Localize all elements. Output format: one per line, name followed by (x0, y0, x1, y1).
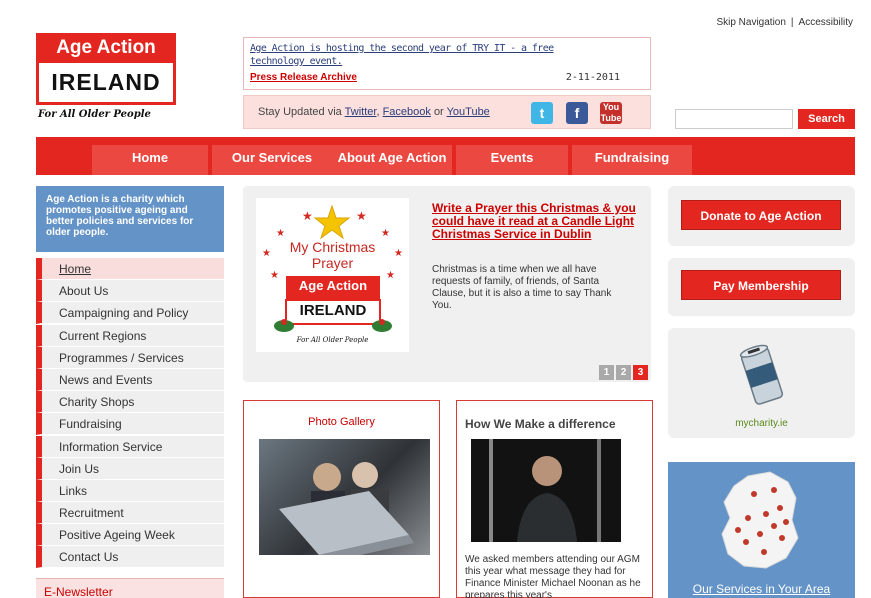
separator: | (790, 17, 794, 28)
mycharity-label: mycharity.ie (735, 418, 788, 429)
photo-gallery-title[interactable]: Photo Gallery (244, 416, 439, 428)
facebook-icon[interactable]: f (566, 102, 588, 124)
prayer-line-1: My Christmas (289, 239, 376, 255)
laptop-photo-icon (279, 462, 414, 563)
sidebar-item-contact-us[interactable]: Contact Us (36, 546, 224, 569)
social-bar: Stay Updated via Twitter, Facebook or Yo… (243, 95, 651, 129)
skip-links: Skip Navigation | Accessibility (716, 17, 853, 28)
membership-panel: Pay Membership (668, 258, 855, 316)
donate-button[interactable]: Donate to Age Action (681, 200, 841, 230)
site-logo[interactable]: Age Action IRELAND For All Older People (36, 33, 176, 125)
svg-text:★: ★ (386, 270, 395, 281)
feature-carousel: ★ ★ ★ ★ ★ ★ ★ ★ My Christmas Prayer Age … (243, 186, 651, 382)
sidebar-item-fundraising[interactable]: Fundraising (36, 413, 224, 436)
svg-text:★: ★ (276, 228, 285, 239)
logo-age-action: Age Action (36, 33, 176, 63)
sidebar-item-recruitment[interactable]: Recruitment (36, 502, 224, 525)
svg-text:★: ★ (270, 270, 279, 281)
feature-title-link[interactable]: Write a Prayer this Christmas & you coul… (432, 202, 637, 241)
services-in-your-area-link[interactable]: Our Services in Your Area (668, 582, 855, 596)
sidebar-menu: Home About Us Campaigning and Policy Cur… (36, 258, 224, 569)
christmas-prayer-image[interactable]: ★ ★ ★ ★ ★ ★ ★ ★ My Christmas Prayer Age … (256, 198, 409, 352)
svg-text:★: ★ (356, 209, 367, 223)
main-nav: Home Our Services About Age Action Event… (36, 137, 855, 175)
donation-can-icon (739, 344, 784, 405)
make-difference-body: We asked members attending our AGM this … (465, 554, 641, 598)
sidebar-item-charity-shops[interactable]: Charity Shops (36, 391, 224, 414)
news-date: 2-11-2011 (565, 72, 620, 83)
sidebar-item-news-events[interactable]: News and Events (36, 368, 224, 391)
youtube-icon[interactable]: You Tube (600, 102, 622, 124)
gallery-photo[interactable] (259, 439, 430, 563)
logo-tagline: For All Older People (38, 109, 151, 120)
press-release-archive-link[interactable]: Press Release Archive (250, 72, 357, 83)
news-headline-link[interactable]: Age Action is hosting the second year of… (250, 42, 600, 68)
twitter-icon[interactable]: t (531, 102, 553, 124)
sidebar-item-information-service[interactable]: Information Service (36, 435, 224, 458)
svg-text:★: ★ (302, 209, 313, 223)
search-input[interactable] (675, 109, 793, 129)
nav-fundraising[interactable]: Fundraising (572, 145, 692, 175)
social-text: Stay Updated via Twitter, Facebook or Yo… (258, 106, 490, 118)
social-comma: , (376, 106, 380, 118)
photo-gallery-box: Photo Gallery (243, 400, 440, 598)
ireland-map-icon (721, 471, 799, 569)
services-map-panel[interactable]: Our Services in Your Area (668, 462, 855, 598)
video-still[interactable] (471, 439, 621, 542)
svg-text:★: ★ (381, 228, 390, 239)
sidebar-item-current-regions[interactable]: Current Regions (36, 324, 224, 347)
carousel-page-2[interactable]: 2 (616, 365, 631, 380)
sidebar-item-programmes[interactable]: Programmes / Services (36, 346, 224, 369)
nav-events[interactable]: Events (456, 145, 568, 175)
twitter-link[interactable]: Twitter (345, 106, 377, 118)
youtube-link[interactable]: YouTube (447, 106, 490, 118)
donate-panel: Donate to Age Action (668, 186, 855, 246)
sidebar-item-campaigning[interactable]: Campaigning and Policy (36, 302, 224, 325)
sidebar-item-home[interactable]: Home (36, 258, 224, 280)
mycharity-panel[interactable]: mycharity.ie (668, 328, 855, 438)
social-or: or (433, 106, 444, 118)
make-difference-title[interactable]: How We Make a difference (465, 417, 616, 431)
news-ticker: Age Action is hosting the second year of… (243, 37, 651, 90)
search-button[interactable]: Search (798, 109, 855, 129)
social-prefix: Stay Updated via (258, 106, 342, 118)
sidebar-item-positive-ageing-week[interactable]: Positive Ageing Week (36, 524, 224, 547)
intro-text: Age Action is a charity which promotes p… (36, 186, 224, 252)
prayer-logo-bottom: IRELAND (299, 302, 367, 319)
make-difference-box: How We Make a difference We asked member… (456, 400, 653, 598)
christmas-star-icon: ★ ★ ★ ★ ★ ★ ★ ★ (262, 204, 403, 332)
logo-ireland: IRELAND (36, 63, 176, 105)
prayer-logo-tagline: For All Older People (296, 336, 369, 344)
nav-home[interactable]: Home (92, 145, 208, 175)
facebook-link[interactable]: Facebook (383, 106, 431, 118)
carousel-page-1[interactable]: 1 (599, 365, 614, 380)
nav-about-age-action[interactable]: About Age Action (332, 145, 452, 175)
carousel-page-3[interactable]: 3 (633, 365, 648, 380)
nav-our-services[interactable]: Our Services (212, 145, 332, 175)
video-person-icon (489, 439, 601, 542)
accessibility-link[interactable]: Accessibility (799, 17, 853, 28)
skip-navigation-link[interactable]: Skip Navigation (716, 17, 785, 28)
feature-body: Christmas is a time when we all have req… (432, 264, 612, 311)
pay-membership-button[interactable]: Pay Membership (681, 270, 841, 300)
e-newsletter-heading[interactable]: E-Newsletter (36, 578, 224, 598)
sidebar-item-about-us[interactable]: About Us (36, 280, 224, 303)
prayer-line-2: Prayer (311, 255, 354, 271)
sidebar-item-join-us[interactable]: Join Us (36, 457, 224, 480)
prayer-logo-top: Age Action (298, 278, 368, 293)
sidebar-item-links[interactable]: Links (36, 479, 224, 502)
